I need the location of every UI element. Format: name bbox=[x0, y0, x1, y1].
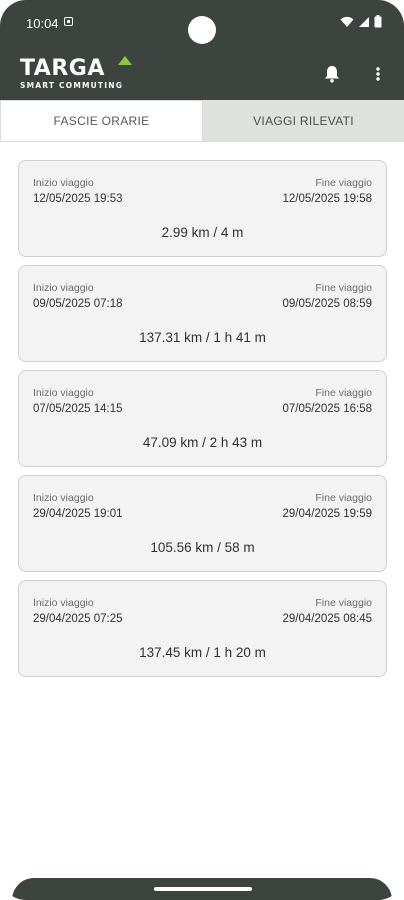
tab-label: VIAGGI RILEVATI bbox=[253, 114, 354, 128]
trip-end-datetime: 09/05/2025 08:59 bbox=[282, 298, 372, 310]
notification-icon bbox=[64, 17, 73, 26]
trip-distance-duration: 137.31 km / 1 h 41 m bbox=[139, 330, 266, 345]
trip-list: Inizio viaggio Fine viaggio 12/05/2025 1… bbox=[18, 160, 387, 685]
tab-label: FASCIE ORARIE bbox=[53, 114, 150, 128]
trip-end-datetime: 07/05/2025 16:58 bbox=[282, 403, 372, 415]
trip-end-datetime: 29/04/2025 19:59 bbox=[282, 508, 372, 520]
trip-distance-duration: 105.56 km / 58 m bbox=[150, 540, 255, 555]
trip-start-label: Inizio viaggio bbox=[33, 597, 94, 609]
trip-end-label: Fine viaggio bbox=[315, 387, 372, 399]
more-vert-icon[interactable] bbox=[370, 64, 386, 84]
tab-bar: FASCIE ORARIE VIAGGI RILEVATI bbox=[0, 100, 404, 142]
status-bar: 10:04 bbox=[0, 0, 404, 44]
trip-start-datetime: 29/04/2025 19:01 bbox=[33, 508, 123, 520]
trip-card[interactable]: Inizio viaggio Fine viaggio 07/05/2025 1… bbox=[18, 370, 387, 467]
camera-cutout bbox=[188, 16, 216, 44]
trip-end-label: Fine viaggio bbox=[315, 282, 372, 294]
trip-start-label: Inizio viaggio bbox=[33, 177, 94, 189]
trip-distance-duration: 2.99 km / 4 m bbox=[161, 225, 244, 240]
tab-fascie-orarie[interactable]: FASCIE ORARIE bbox=[0, 100, 203, 142]
trip-start-label: Inizio viaggio bbox=[33, 282, 94, 294]
brand-tagline: SMART COMMUTING bbox=[20, 81, 124, 90]
trip-start-label: Inizio viaggio bbox=[33, 492, 94, 504]
app-header: 10:04 TARGA SMART COMMUTING bbox=[0, 0, 404, 100]
logo-accent-mark bbox=[118, 56, 132, 65]
battery-icon bbox=[374, 15, 382, 28]
trip-card[interactable]: Inizio viaggio Fine viaggio 09/05/2025 0… bbox=[18, 265, 387, 362]
tab-viaggi-rilevati[interactable]: VIAGGI RILEVATI bbox=[203, 100, 404, 142]
trip-card[interactable]: Inizio viaggio Fine viaggio 12/05/2025 1… bbox=[18, 160, 387, 257]
bell-icon[interactable] bbox=[322, 64, 342, 84]
trip-start-datetime: 29/04/2025 07:25 bbox=[33, 613, 123, 625]
status-icons bbox=[340, 15, 382, 28]
app-screen: 10:04 TARGA SMART COMMUTING FASCIE ORARI… bbox=[0, 0, 404, 900]
trip-end-datetime: 12/05/2025 19:58 bbox=[282, 193, 372, 205]
signal-icon bbox=[359, 16, 369, 27]
trip-end-label: Fine viaggio bbox=[315, 492, 372, 504]
trip-distance-duration: 137.45 km / 1 h 20 m bbox=[139, 645, 266, 660]
trip-card[interactable]: Inizio viaggio Fine viaggio 29/04/2025 0… bbox=[18, 580, 387, 677]
trip-start-datetime: 09/05/2025 07:18 bbox=[33, 298, 123, 310]
brand-name: TARGA bbox=[20, 56, 105, 81]
trip-end-datetime: 29/04/2025 08:45 bbox=[282, 613, 372, 625]
trip-distance-duration: 47.09 km / 2 h 43 m bbox=[142, 435, 263, 450]
trip-start-datetime: 12/05/2025 19:53 bbox=[33, 193, 123, 205]
wifi-icon bbox=[340, 16, 354, 27]
status-time: 10:04 bbox=[26, 16, 59, 31]
trip-start-label: Inizio viaggio bbox=[33, 387, 94, 399]
brand-logo: TARGA SMART COMMUTING bbox=[20, 56, 150, 94]
trip-start-datetime: 07/05/2025 14:15 bbox=[33, 403, 123, 415]
trip-end-label: Fine viaggio bbox=[315, 597, 372, 609]
trip-end-label: Fine viaggio bbox=[315, 177, 372, 189]
home-gesture-handle[interactable] bbox=[154, 887, 252, 891]
trip-card[interactable]: Inizio viaggio Fine viaggio 29/04/2025 1… bbox=[18, 475, 387, 572]
